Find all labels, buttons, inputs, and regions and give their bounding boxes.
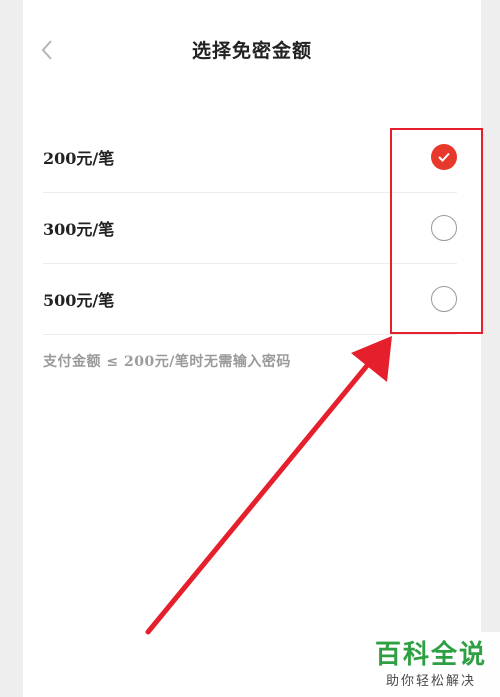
watermark-sub: 助你轻松解决 xyxy=(385,674,476,689)
watermark-main: 百科全说 xyxy=(374,640,487,670)
annotation-arrow xyxy=(145,336,392,635)
watermark-logo: 百科全说 助你轻松解决 xyxy=(362,632,500,697)
